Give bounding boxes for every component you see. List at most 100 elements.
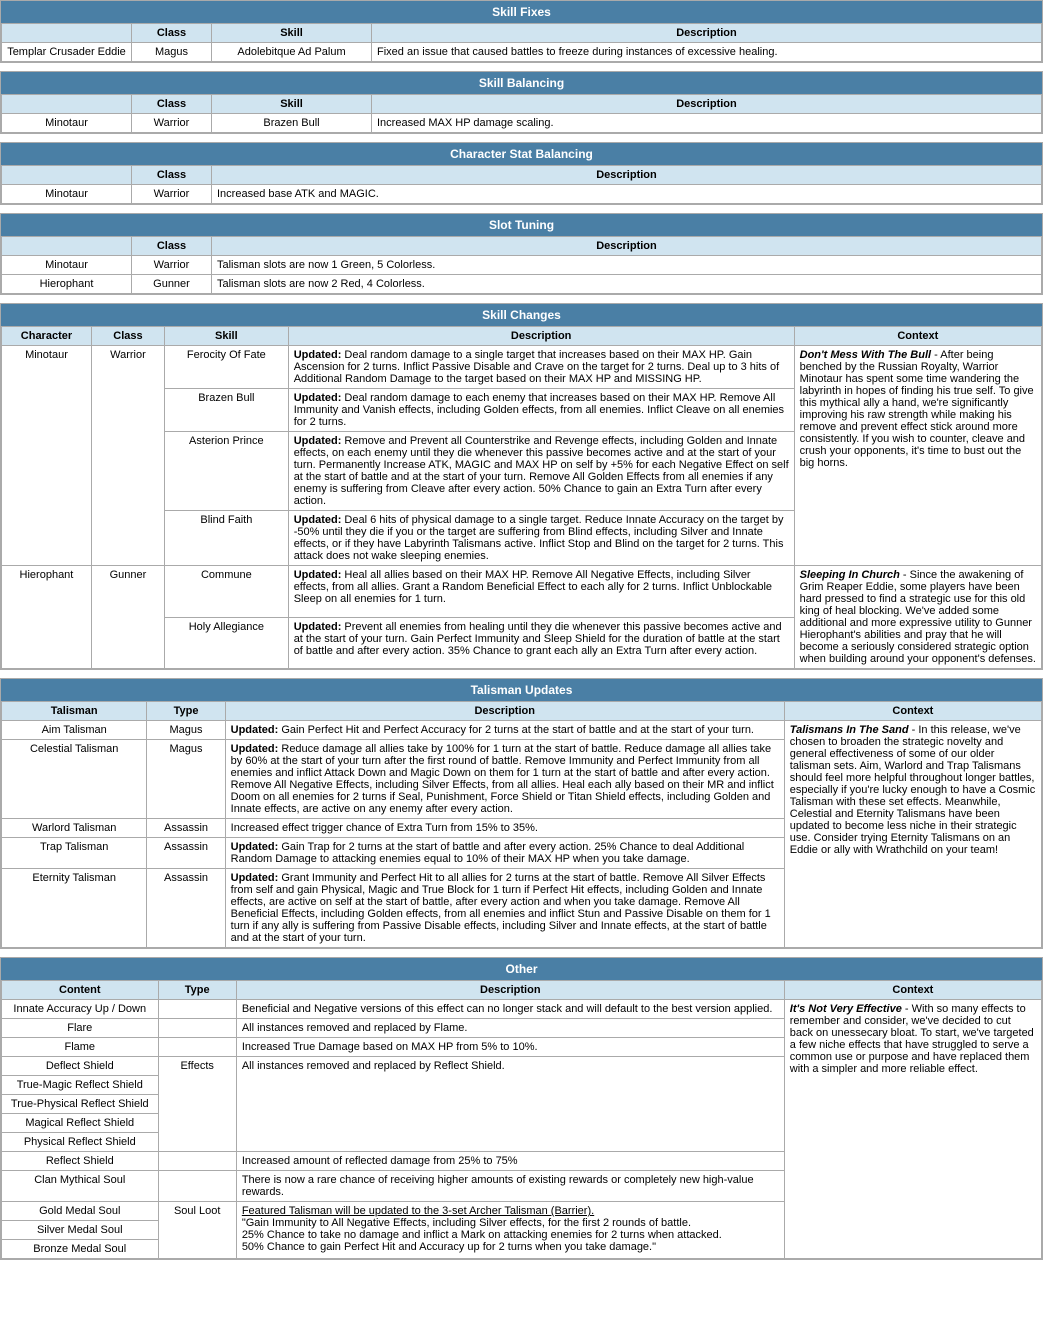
table-row: Minotaur Warrior Talisman slots are now …	[2, 256, 1042, 275]
desc-cell: Updated: Deal random damage to a single …	[288, 346, 794, 389]
skill-fixes-section: Skill Fixes Class Skill Description Temp…	[0, 0, 1043, 63]
table-row: Innate Accuracy Up / Down Beneficial and…	[2, 1000, 1042, 1019]
col-character: Character	[2, 327, 92, 346]
class-cell: Gunner	[132, 275, 212, 294]
col-class: Class	[132, 166, 212, 185]
desc-cell: Updated: Gain Trap for 2 turns at the st…	[225, 838, 784, 869]
content-cell: Reflect Shield	[2, 1152, 159, 1171]
skill-cell: Brazen Bull	[212, 114, 372, 133]
desc-cell: Updated: Deal 6 hits of physical damage …	[288, 511, 794, 566]
skill-balancing-header: Skill Balancing	[1, 72, 1042, 94]
context-cell: Sleeping In Church - Since the awakening…	[794, 566, 1041, 669]
skill-cell: Holy Allegiance	[165, 617, 289, 669]
content-cell: Innate Accuracy Up / Down	[2, 1000, 159, 1019]
desc-cell: All instances removed and replaced by Re…	[236, 1057, 784, 1152]
talisman-cell: Aim Talisman	[2, 721, 147, 740]
desc-cell: Increased base ATK and MAGIC.	[212, 185, 1042, 204]
character-cell: Templar Crusader Eddie	[2, 43, 132, 62]
content-cell: Flame	[2, 1038, 159, 1057]
context-cell: It's Not Very Effective - With so many e…	[784, 1000, 1041, 1259]
col-context: Context	[784, 702, 1041, 721]
class-cell: Warrior	[132, 185, 212, 204]
desc-cell: Fixed an issue that caused battles to fr…	[372, 43, 1042, 62]
content-cell: Gold Medal Soul	[2, 1202, 159, 1221]
other-header: Other	[1, 958, 1042, 980]
talisman-updates-header: Talisman Updates	[1, 679, 1042, 701]
desc-cell: Talisman slots are now 1 Green, 5 Colorl…	[212, 256, 1042, 275]
skill-cell: Ferocity Of Fate	[165, 346, 289, 389]
character-cell: Hierophant	[2, 275, 132, 294]
talisman-cell: Celestial Talisman	[2, 740, 147, 819]
class-cell: Magus	[132, 43, 212, 62]
content-cell: Deflect Shield	[2, 1057, 159, 1076]
col-character	[2, 24, 132, 43]
desc-cell: Updated: Remove and Prevent all Counters…	[288, 432, 794, 511]
content-cell: True-Physical Reflect Shield	[2, 1095, 159, 1114]
col-desc: Description	[212, 166, 1042, 185]
type-cell: Magus	[147, 740, 225, 819]
desc-cell: Beneficial and Negative versions of this…	[236, 1000, 784, 1019]
col-desc: Description	[236, 981, 784, 1000]
desc-cell: Increased amount of reflected damage fro…	[236, 1152, 784, 1171]
desc-cell: Updated: Grant Immunity and Perfect Hit …	[225, 869, 784, 948]
table-row: Minotaur Warrior Brazen Bull Increased M…	[2, 114, 1042, 133]
skill-cell: Brazen Bull	[165, 389, 289, 432]
col-skill: Skill	[212, 95, 372, 114]
slot-tuning-section: Slot Tuning Class Description Minotaur W…	[0, 213, 1043, 295]
skill-balancing-section: Skill Balancing Class Skill Description …	[0, 71, 1043, 134]
content-cell: Magical Reflect Shield	[2, 1114, 159, 1133]
col-type: Type	[158, 981, 236, 1000]
desc-cell: Updated: Heal all allies based on their …	[288, 566, 794, 618]
col-class: Class	[91, 327, 164, 346]
skill-cell: Asterion Prince	[165, 432, 289, 511]
class-cell: Warrior	[132, 114, 212, 133]
desc-cell: Increased True Damage based on MAX HP fr…	[236, 1038, 784, 1057]
talisman-cell: Eternity Talisman	[2, 869, 147, 948]
skill-changes-section: Skill Changes Character Class Skill Desc…	[0, 303, 1043, 670]
col-character	[2, 237, 132, 256]
table-row: Minotaur Warrior Ferocity Of Fate Update…	[2, 346, 1042, 389]
table-row: Hierophant Gunner Talisman slots are now…	[2, 275, 1042, 294]
content-cell: Flare	[2, 1019, 159, 1038]
class-cell: Gunner	[91, 566, 164, 669]
talisman-updates-section: Talisman Updates Talisman Type Descripti…	[0, 678, 1043, 949]
context-cell: Don't Mess With The Bull - After being b…	[794, 346, 1041, 566]
desc-cell: Updated: Gain Perfect Hit and Perfect Ac…	[225, 721, 784, 740]
type-cell	[158, 1019, 236, 1038]
col-context: Context	[784, 981, 1041, 1000]
skill-cell: Blind Faith	[165, 511, 289, 566]
skill-cell: Commune	[165, 566, 289, 618]
desc-cell: Talisman slots are now 2 Red, 4 Colorles…	[212, 275, 1042, 294]
type-cell: Soul Loot	[158, 1202, 236, 1259]
char-stat-header: Character Stat Balancing	[1, 143, 1042, 165]
skill-changes-header: Skill Changes	[1, 304, 1042, 326]
other-section: Other Content Type Description Context I…	[0, 957, 1043, 1260]
col-skill: Skill	[212, 24, 372, 43]
desc-cell: Updated: Reduce damage all allies take b…	[225, 740, 784, 819]
col-character	[2, 95, 132, 114]
character-cell: Minotaur	[2, 114, 132, 133]
col-class: Class	[132, 237, 212, 256]
type-cell: Assassin	[147, 838, 225, 869]
desc-cell: Featured Talisman will be updated to the…	[236, 1202, 784, 1259]
desc-cell: Updated: Deal random damage to each enem…	[288, 389, 794, 432]
col-skill: Skill	[165, 327, 289, 346]
type-cell: Magus	[147, 721, 225, 740]
slot-tuning-header: Slot Tuning	[1, 214, 1042, 236]
desc-cell: There is now a rare chance of receiving …	[236, 1171, 784, 1202]
table-row: Hierophant Gunner Commune Updated: Heal …	[2, 566, 1042, 618]
col-context: Context	[794, 327, 1041, 346]
desc-cell: Updated: Prevent all enemies from healin…	[288, 617, 794, 669]
skill-cell: Adolebitque Ad Palum	[212, 43, 372, 62]
desc-cell: All instances removed and replaced by Fl…	[236, 1019, 784, 1038]
type-cell	[158, 1038, 236, 1057]
table-row: Aim Talisman Magus Updated: Gain Perfect…	[2, 721, 1042, 740]
col-class: Class	[132, 95, 212, 114]
content-cell: Physical Reflect Shield	[2, 1133, 159, 1152]
table-row: Templar Crusader Eddie Magus Adolebitque…	[2, 43, 1042, 62]
char-stat-section: Character Stat Balancing Class Descripti…	[0, 142, 1043, 205]
type-cell	[158, 1171, 236, 1202]
col-desc: Description	[372, 95, 1042, 114]
character-cell: Minotaur	[2, 185, 132, 204]
class-cell: Warrior	[91, 346, 164, 566]
